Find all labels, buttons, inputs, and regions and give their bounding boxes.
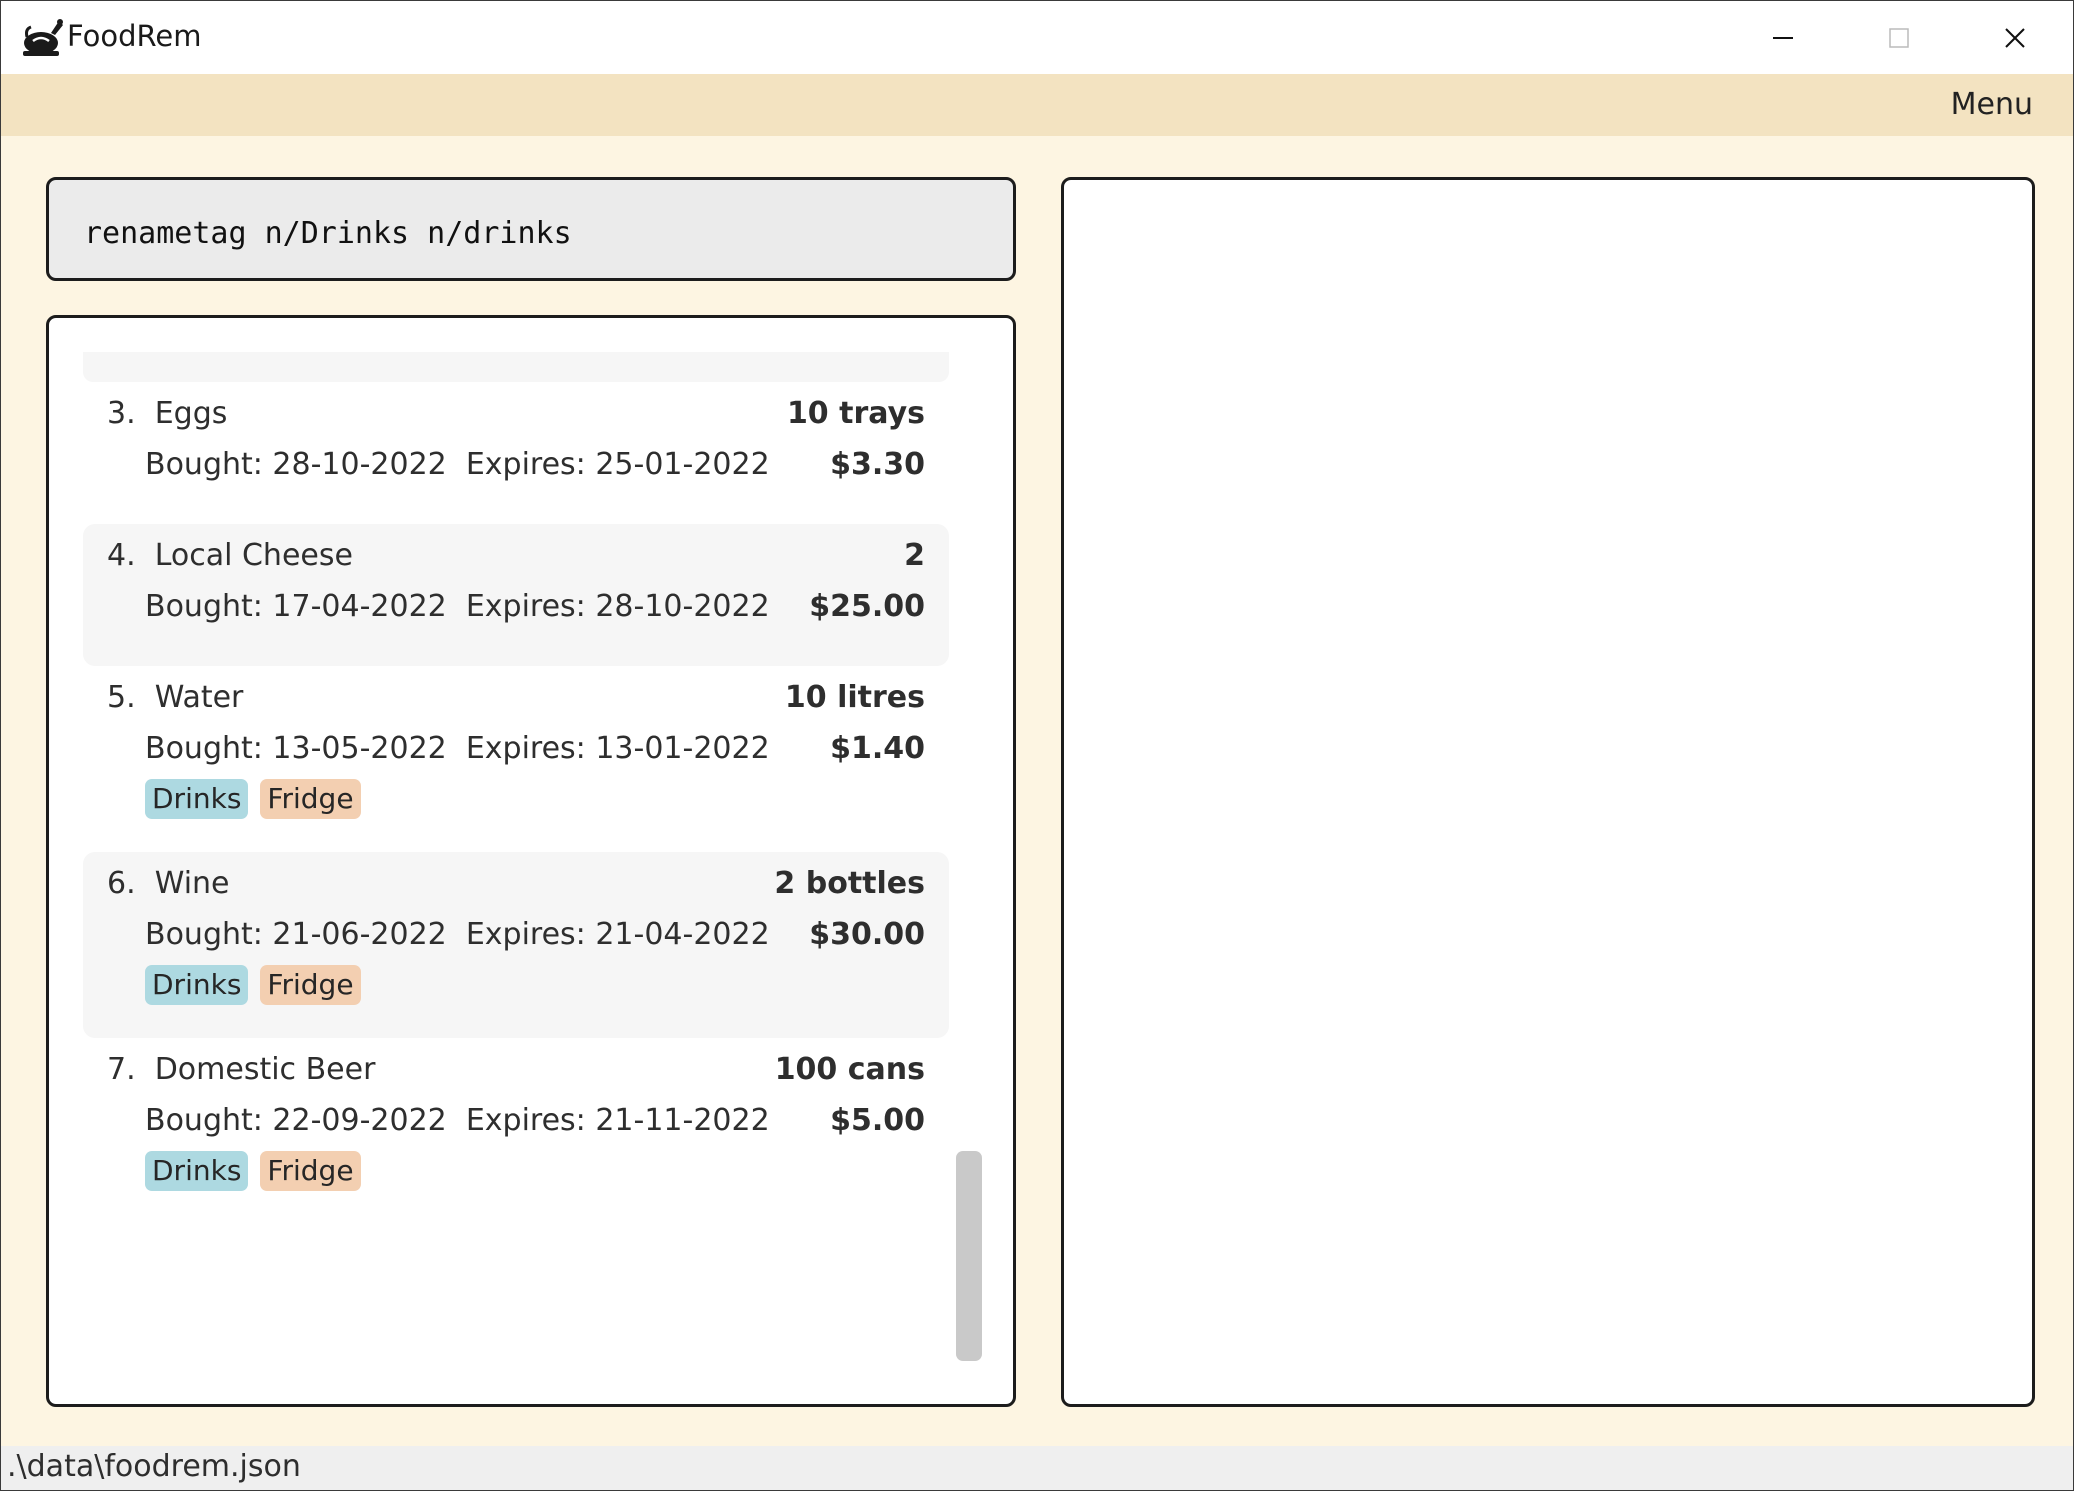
minimize-icon [1773, 36, 1793, 39]
item-tags: Drinks Fridge [145, 965, 361, 1005]
item-dates: Bought: 22-09-2022 Expires: 21-11-2022 [145, 1103, 770, 1138]
command-input[interactable]: renametag n/Drinks n/drinks [46, 177, 1016, 281]
title-bar[interactable]: FoodRem [1, 1, 2073, 74]
item-price: $1.40 [830, 731, 925, 766]
close-icon [2005, 27, 2025, 48]
item-name: 6. Wine [107, 866, 230, 901]
item-dates: Bought: 17-04-2022 Expires: 28-10-2022 [145, 589, 770, 624]
tag-fridge: Fridge [260, 779, 361, 819]
tag-drinks: Drinks [145, 1151, 249, 1191]
maximize-button[interactable] [1841, 1, 1957, 74]
roast-chicken-icon [21, 17, 65, 59]
item-name: 4. Local Cheese [107, 538, 353, 573]
list-item-partial [83, 352, 949, 382]
item-quantity: 100 cans [774, 1052, 925, 1087]
item-dates: Bought: 28-10-2022 Expires: 25-01-2022 [145, 447, 770, 482]
minimize-button[interactable] [1725, 1, 1841, 74]
tag-fridge: Fridge [260, 1151, 361, 1191]
item-quantity: 10 trays [786, 396, 925, 431]
tag-fridge: Fridge [260, 965, 361, 1005]
menu-bar: Menu [1, 74, 2073, 136]
item-name: 7. Domestic Beer [107, 1052, 376, 1087]
tag-drinks: Drinks [145, 779, 249, 819]
item-detail-panel [1061, 177, 2035, 1407]
item-quantity: 2 bottles [774, 866, 925, 901]
command-text: renametag n/Drinks n/drinks [84, 216, 572, 251]
list-item[interactable]: 7. Domestic Beer 100 cans Bought: 22-09-… [83, 1038, 949, 1224]
maximize-icon [1889, 27, 1909, 48]
item-dates: Bought: 21-06-2022 Expires: 21-04-2022 [145, 917, 770, 952]
item-price: $25.00 [809, 589, 925, 624]
foodrem-window: FoodRem Menu renametag n/Drinks n/drinks… [0, 0, 2074, 1491]
list-item[interactable]: 3. Eggs 10 trays Bought: 28-10-2022 Expi… [83, 382, 949, 524]
item-price: $5.00 [830, 1103, 925, 1138]
tag-drinks: Drinks [145, 965, 249, 1005]
save-file-path: .\data\foodrem.json [7, 1449, 301, 1484]
item-tags: Drinks Fridge [145, 1151, 361, 1191]
window-title: FoodRem [67, 19, 202, 53]
item-name: 3. Eggs [107, 396, 228, 431]
list-item[interactable]: 5. Water 10 litres Bought: 13-05-2022 Ex… [83, 666, 949, 852]
menu-button[interactable]: Menu [1951, 87, 2033, 122]
item-price: $30.00 [809, 917, 925, 952]
item-tags: Drinks Fridge [145, 779, 361, 819]
item-name: 5. Water [107, 680, 244, 715]
scrollbar-thumb[interactable] [956, 1151, 982, 1361]
item-dates: Bought: 13-05-2022 Expires: 13-01-2022 [145, 731, 770, 766]
list-item[interactable]: 4. Local Cheese 2 Bought: 17-04-2022 Exp… [83, 524, 949, 666]
close-button[interactable] [1957, 1, 2073, 74]
item-quantity: 10 litres [784, 680, 925, 715]
item-list-panel[interactable]: 3. Eggs 10 trays Bought: 28-10-2022 Expi… [46, 315, 1016, 1407]
item-price: $3.30 [830, 447, 925, 482]
list-item[interactable]: 6. Wine 2 bottles Bought: 21-06-2022 Exp… [83, 852, 949, 1038]
item-quantity: 2 [904, 538, 925, 573]
status-bar: .\data\foodrem.json [1, 1446, 2073, 1490]
